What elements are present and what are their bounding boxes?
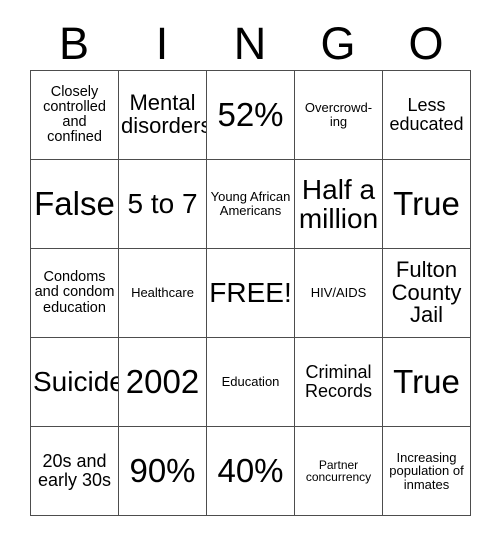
bingo-header-letter-o: O — [408, 18, 444, 69]
bingo-cell-label: True — [393, 362, 460, 400]
bingo-cell-label: 52% — [217, 95, 284, 133]
bingo-cell-i2[interactable]: 5 to 7 — [118, 159, 207, 249]
bingo-cell-b2[interactable]: False — [30, 159, 119, 249]
bingo-cell-label: Half a million — [298, 173, 379, 234]
bingo-row: 20s and early 30s 90% 40% Partner concur… — [30, 426, 471, 516]
bingo-cell-label: FREE! — [209, 277, 292, 309]
bingo-header-letter-i: I — [155, 18, 169, 69]
bingo-cell-g4[interactable]: Criminal Records — [294, 337, 383, 427]
bingo-cell-label: 5 to 7 — [127, 188, 198, 220]
bingo-cell-o1[interactable]: Less educated — [382, 70, 471, 160]
bingo-cell-n2[interactable]: Young African Americans — [206, 159, 295, 249]
bingo-cell-g5[interactable]: Partner concurrency — [294, 426, 383, 516]
bingo-cell-label: Mental disorders — [121, 90, 207, 138]
bingo-cell-b5[interactable]: 20s and early 30s — [30, 426, 119, 516]
bingo-cell-label: 40% — [217, 451, 284, 489]
bingo-cell-b3[interactable]: Condoms and condom education — [30, 248, 119, 338]
bingo-cell-label: True — [393, 184, 460, 222]
bingo-cell-free-space[interactable]: FREE! — [206, 248, 295, 338]
bingo-cell-label: 2002 — [125, 362, 200, 400]
bingo-cell-b1[interactable]: Closely controlled and confined — [30, 70, 119, 160]
bingo-cell-label: Overcrowd-ing — [304, 100, 373, 129]
bingo-cell-label: Healthcare — [131, 285, 194, 301]
bingo-cell-label: Closely controlled and confined — [43, 83, 106, 146]
bingo-cell-g2[interactable]: Half a million — [294, 159, 383, 249]
bingo-cell-o4[interactable]: True — [382, 337, 471, 427]
bingo-cell-n1[interactable]: 52% — [206, 70, 295, 160]
bingo-cell-label: HIV/AIDS — [310, 285, 367, 301]
bingo-cell-label: Less educated — [389, 95, 464, 134]
bingo-cell-i3[interactable]: Healthcare — [118, 248, 207, 338]
bingo-header-letter-b: B — [58, 18, 89, 69]
bingo-cell-g1[interactable]: Overcrowd-ing — [294, 70, 383, 160]
bingo-row: Closely controlled and confined Mental d… — [30, 70, 471, 160]
bingo-cell-label: Suicide — [33, 366, 119, 398]
bingo-cell-label: Increasing population of inmates — [389, 449, 464, 492]
bingo-cell-i5[interactable]: 90% — [118, 426, 207, 516]
bingo-cell-label: False — [34, 184, 115, 222]
bingo-card: B I N G O Closely controlled and confine… — [0, 0, 500, 544]
bingo-cell-label: Young African Americans — [210, 189, 291, 218]
bingo-cell-label: Partner concurrency — [305, 457, 372, 484]
bingo-cell-label: Condoms and condom education — [34, 269, 115, 316]
bingo-grid: Closely controlled and confined Mental d… — [30, 70, 471, 516]
bingo-cell-i4[interactable]: 2002 — [118, 337, 207, 427]
bingo-header-letter-g: G — [320, 18, 356, 69]
bingo-cell-label: Criminal Records — [304, 362, 373, 401]
bingo-cell-label: 20s and early 30s — [37, 451, 112, 490]
bingo-cell-o2[interactable]: True — [382, 159, 471, 249]
bingo-cell-b4[interactable]: Suicide — [30, 337, 119, 427]
bingo-header: B I N G O — [30, 18, 470, 70]
bingo-cell-label: Education — [221, 374, 280, 390]
bingo-cell-g3[interactable]: HIV/AIDS — [294, 248, 383, 338]
bingo-cell-o3[interactable]: Fulton County Jail — [382, 248, 471, 338]
bingo-cell-o5[interactable]: Increasing population of inmates — [382, 426, 471, 516]
bingo-cell-i1[interactable]: Mental disorders — [118, 70, 207, 160]
bingo-cell-label: 90% — [129, 451, 196, 489]
bingo-cell-n5[interactable]: 40% — [206, 426, 295, 516]
bingo-cell-label: Fulton County Jail — [391, 256, 462, 328]
bingo-row: False 5 to 7 Young African Americans Hal… — [30, 159, 471, 249]
bingo-header-letter-n: N — [233, 18, 267, 69]
bingo-cell-n4[interactable]: Education — [206, 337, 295, 427]
bingo-row: Suicide 2002 Education Criminal Records … — [30, 337, 471, 427]
bingo-row: Condoms and condom education Healthcare … — [30, 248, 471, 338]
